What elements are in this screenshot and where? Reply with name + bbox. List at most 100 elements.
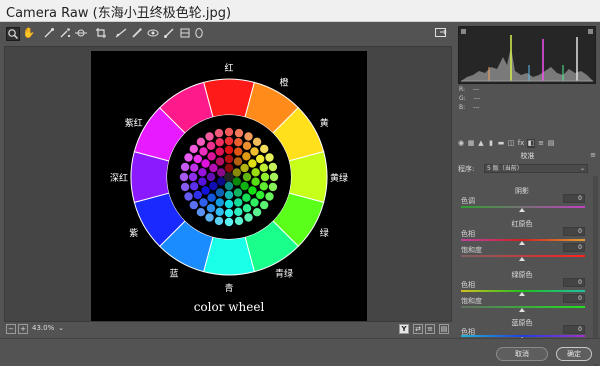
zoom-tool-icon[interactable] [6, 27, 20, 41]
mosaic-cell [234, 147, 243, 156]
red-sat-thumb[interactable] [519, 257, 525, 261]
histogram [458, 26, 596, 84]
panel-menu-icon[interactable]: ≡ [590, 151, 596, 159]
mosaic-cell [201, 186, 210, 195]
mosaic-cell [242, 204, 252, 213]
shadows-tint-thumb[interactable] [519, 208, 525, 212]
toggle-view-icon[interactable]: ▤ [439, 324, 449, 334]
mosaic-cell [205, 132, 214, 141]
mosaic-cell [224, 154, 234, 164]
mosaic-cell [180, 182, 190, 192]
mosaic-cell [190, 182, 199, 191]
mosaic-cell [252, 137, 262, 146]
mosaic-cell [265, 153, 274, 162]
mosaic-cell [234, 138, 243, 147]
mosaic-cell [242, 193, 251, 202]
image-canvas[interactable]: 红橙黄黄绿绿青绿青 蓝 紫 深红 紫红 color wheel [4, 46, 452, 322]
effects-tab-icon[interactable]: fx [517, 139, 525, 148]
mosaic-cell [250, 147, 259, 156]
mosaic-cell [250, 198, 259, 207]
b-value: --- [473, 104, 480, 111]
green-sat-value[interactable]: 0 [563, 294, 585, 303]
straighten-tool-icon[interactable] [114, 27, 128, 41]
radial-filter-tool-icon[interactable] [192, 27, 206, 41]
green-hue-thumb[interactable] [519, 292, 525, 296]
spot-removal-tool-icon[interactable] [130, 27, 144, 41]
snapshots-tab-icon[interactable]: ▤ [547, 139, 555, 148]
hue-label: 青 [224, 282, 233, 294]
graduated-filter-tool-icon[interactable] [178, 27, 192, 41]
green-sat-thumb[interactable] [519, 308, 525, 312]
mosaic-cell [234, 207, 243, 216]
mosaic-cell [193, 190, 202, 200]
swap-view-icon[interactable]: ⇄ [413, 324, 423, 334]
split-toning-tab-icon[interactable]: ▬ [497, 139, 505, 148]
green-hue-value[interactable]: 0 [563, 278, 585, 287]
hsl-tab-icon[interactable]: ▮ [487, 139, 495, 148]
mosaic-cell [190, 163, 199, 172]
green-hue-label: 色相 [461, 281, 475, 289]
hand-tool-icon[interactable]: ✋ [22, 27, 36, 41]
zoom-out-button[interactable]: − [6, 324, 16, 334]
mosaic-cell [244, 132, 253, 141]
mosaic-cell [217, 177, 226, 186]
mosaic-cell [224, 136, 234, 146]
presets-tab-icon[interactable]: ≡ [537, 139, 545, 148]
mosaic-cell [224, 172, 234, 182]
cancel-button[interactable]: 取消 [496, 347, 548, 361]
mosaic-cell [260, 144, 269, 154]
highlight-clipping-icon[interactable] [588, 29, 593, 34]
blue-hue-value[interactable]: 0 [563, 325, 585, 334]
adjustment-brush-tool-icon[interactable] [162, 27, 176, 41]
mosaic-cell [201, 159, 210, 168]
mosaic-cell [189, 200, 198, 210]
mosaic-cell [268, 162, 278, 172]
process-select[interactable]: 5 版（当前） ⌄ [484, 164, 588, 173]
detail-tab-icon[interactable]: ▲ [477, 139, 485, 148]
red-hue-value[interactable]: 0 [563, 227, 585, 236]
color-sampler-tool-icon[interactable] [58, 27, 72, 41]
g-label: G: [459, 95, 466, 102]
white-balance-tool-icon[interactable] [42, 27, 56, 41]
mosaic-cell [214, 128, 224, 138]
mosaic-cell [215, 188, 225, 197]
mosaic-cell [260, 172, 270, 182]
crop-tool-icon[interactable] [94, 27, 108, 41]
mosaic-cell [251, 177, 260, 186]
b-label: B: [459, 104, 466, 111]
zoom-in-button[interactable]: + [18, 324, 28, 334]
g-value: --- [473, 95, 481, 102]
red-eye-tool-icon[interactable] [146, 27, 160, 41]
ok-button[interactable]: 确定 [556, 347, 592, 361]
red-sat-value[interactable]: 0 [563, 243, 585, 252]
mosaic-cell [217, 168, 226, 177]
shadow-clipping-icon[interactable] [461, 29, 466, 34]
mosaic-cell [215, 157, 225, 166]
zoom-dropdown-icon[interactable]: ⌄ [56, 324, 66, 334]
mosaic-cell [189, 144, 198, 154]
mosaic-cell [209, 163, 218, 173]
mosaic-cell [199, 147, 208, 156]
mosaic-cell [234, 216, 244, 226]
before-after-toggle-icon[interactable]: Y [399, 324, 409, 334]
mosaic-cell [240, 181, 249, 191]
mosaic-cell [215, 207, 224, 216]
lens-corrections-tab-icon[interactable]: ◫ [507, 139, 515, 148]
mosaic-cell [224, 181, 234, 191]
mosaic-cell [242, 152, 251, 161]
mosaic-cell [224, 208, 234, 218]
mosaic-cell [206, 172, 216, 182]
hue-label: 蓝 [169, 267, 178, 279]
calibration-tab-icon[interactable]: ◧ [527, 139, 535, 148]
tone-curve-tab-icon[interactable]: ▦ [467, 139, 475, 148]
targeted-adjustment-tool-icon[interactable] [74, 27, 88, 41]
basic-tab-icon[interactable]: ◉ [457, 139, 465, 148]
hue-label: 青绿 [275, 267, 293, 279]
copy-settings-icon[interactable]: ≡ [425, 324, 435, 334]
mosaic-cell [260, 200, 269, 210]
process-row: 程序: 5 版（当前） ⌄ [458, 164, 596, 174]
shadows-tint-value[interactable]: 0 [563, 194, 585, 203]
window-title: Camera Raw (东海小丑终极色轮.jpg) [6, 6, 232, 21]
open-preferences-icon[interactable] [434, 28, 448, 40]
red-hue-thumb[interactable] [519, 241, 525, 245]
